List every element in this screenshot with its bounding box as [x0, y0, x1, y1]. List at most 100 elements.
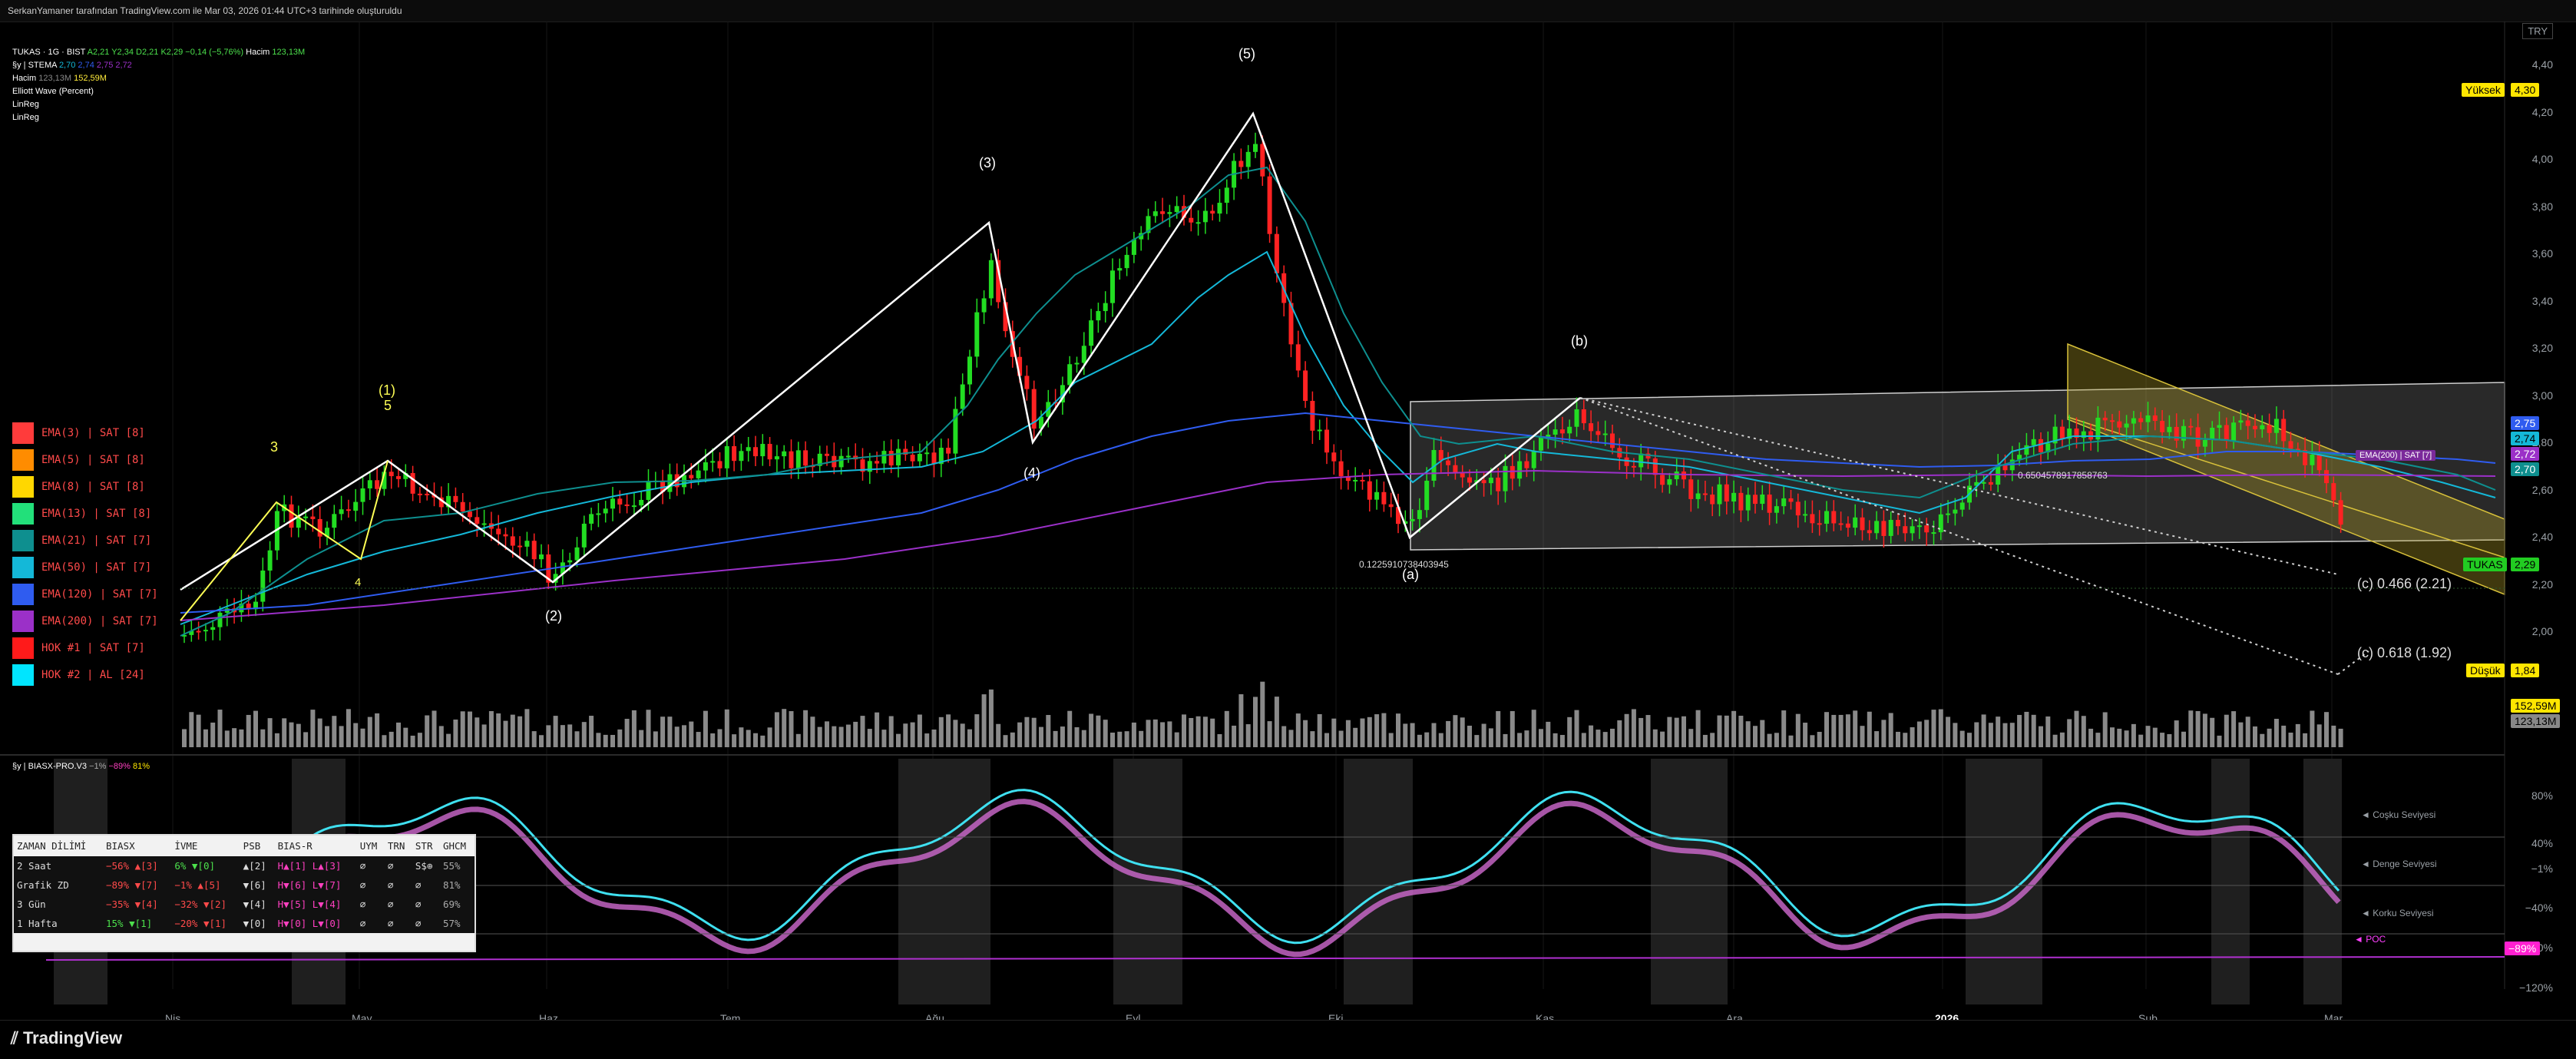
candle-body	[1896, 519, 1900, 527]
linreg-label-2[interactable]: LinReg	[12, 111, 305, 124]
candle-body	[1103, 303, 1108, 312]
candle-body	[1210, 210, 1215, 214]
volume-bar	[2217, 735, 2222, 747]
candle-body	[782, 451, 787, 457]
linreg-label-1[interactable]: LinReg	[12, 98, 305, 111]
volume-bar	[1481, 723, 1486, 747]
ema-item-6[interactable]: EMA(120) | SAT [7]	[12, 584, 158, 605]
ema-item-1[interactable]: EMA(5) | SAT [8]	[12, 449, 145, 471]
volume-bar	[1131, 722, 1136, 747]
low-badge-value: 1,84	[2511, 664, 2540, 677]
candle-body	[2031, 438, 2036, 445]
candle-body	[610, 498, 615, 509]
candle-body	[2316, 455, 2322, 471]
candle-body	[1510, 465, 1515, 479]
candle-body	[210, 627, 216, 630]
volume-bar	[1881, 720, 1887, 747]
candle-body	[1824, 511, 1829, 524]
volume-bar	[1438, 733, 1443, 747]
volume-bar	[488, 710, 494, 747]
table-cell: ⌀	[384, 895, 412, 914]
price-tick: 2,20	[2531, 577, 2553, 591]
candle-body	[296, 518, 301, 528]
ema-badge-4: 2,70	[2511, 462, 2540, 476]
volume-bar	[1081, 730, 1086, 747]
volume-bar	[210, 722, 216, 747]
table-cell: 15% ▼[1]	[102, 914, 172, 933]
ema-item-8[interactable]: HOK #1 | SAT [7]	[12, 637, 145, 659]
ema-item-4[interactable]: EMA(21) | SAT [7]	[12, 530, 151, 551]
volume-bar	[1096, 715, 1101, 747]
volume-bar	[1360, 718, 1365, 747]
table-cell: 3 Gün	[14, 895, 103, 914]
candle-body	[510, 536, 515, 546]
candle-body	[1539, 437, 1543, 451]
ema-item-0[interactable]: EMA(3) | SAT [8]	[12, 422, 145, 444]
ema-item-9[interactable]: HOK #2 | AL [24]	[12, 664, 145, 686]
last-price-badge: 2,29	[2511, 558, 2540, 571]
volume-bar	[1367, 716, 1372, 747]
candle-body	[1424, 480, 1430, 511]
volume-bar	[2095, 733, 2101, 747]
ema-item-7[interactable]: EMA(200) | SAT [7]	[12, 611, 158, 632]
volume-label[interactable]: Hacim	[12, 74, 36, 83]
volume-bar	[1631, 709, 1636, 747]
ema-badge-3: 2,72	[2511, 447, 2540, 461]
volume-bar	[1317, 713, 1322, 747]
tradingview-logo[interactable]: ⫽ TradingView	[11, 1028, 122, 1048]
candle-body	[389, 472, 394, 477]
volume-bar	[1003, 735, 1008, 747]
candle-body	[1888, 519, 1893, 536]
volume-bar	[2124, 730, 2129, 747]
ema-swatch	[12, 611, 34, 632]
candle-body	[1274, 233, 1279, 273]
candle-body	[724, 446, 729, 468]
volume-bar	[2331, 725, 2336, 747]
volume-bar	[1381, 713, 1387, 747]
table-cell: −32% ▼[2]	[171, 895, 240, 914]
candle-body	[518, 545, 523, 548]
candle-body	[795, 450, 801, 468]
candle-body	[1602, 433, 1608, 435]
candle-body	[396, 476, 401, 479]
volume-bar	[1152, 719, 1158, 747]
candle-body	[1710, 495, 1715, 505]
volume-bar	[2195, 710, 2201, 747]
volume-bar	[653, 731, 658, 747]
volume-bar	[438, 726, 444, 747]
ema-item-2[interactable]: EMA(8) | SAT [8]	[12, 476, 145, 498]
candle-body	[789, 451, 794, 468]
symbol-line[interactable]: TUKAS · 1G · BIST	[12, 48, 85, 57]
candle-body	[1152, 211, 1158, 217]
currency-label[interactable]: TRY	[2522, 23, 2553, 39]
level-korku: ◄ Korku Seviyesi	[2361, 908, 2434, 918]
elliott-label[interactable]: Elliott Wave (Percent)	[12, 85, 305, 98]
volume-bar	[1388, 733, 1394, 747]
volume-bar	[403, 727, 408, 747]
table-row: Grafik ZD −89% ▼[7] −1% ▲[5] ▼[6] H▼[6] L▼[7…	[14, 875, 475, 895]
elliott-wave-path	[180, 111, 1581, 591]
candle-body	[760, 444, 766, 457]
ohlc-low: D2,21	[136, 48, 159, 57]
candle-body	[1189, 217, 1194, 223]
ema-item-5[interactable]: EMA(50) | SAT [7]	[12, 557, 151, 578]
oscillator-legend[interactable]: §y | BIASX-PRO.V3 −1% −89% 81%	[12, 760, 150, 773]
table-cell: −35% ▼[4]	[102, 895, 172, 914]
volume-bar	[581, 722, 587, 747]
volume-bar	[267, 718, 273, 747]
candle-body	[1774, 506, 1779, 513]
volume-bar	[896, 733, 901, 747]
candle-body	[1959, 502, 1965, 510]
volume-bar	[2102, 712, 2108, 747]
candle-body	[1660, 475, 1665, 485]
candle-body	[617, 498, 623, 505]
chart-area[interactable]: TUKAS · 1G · BIST A2,21 Y2,34 D2,21 K2,2…	[0, 22, 2576, 1024]
osc-v3: 81%	[132, 762, 150, 771]
volume-bar	[2210, 717, 2215, 747]
volume-bar	[1524, 730, 1529, 747]
high-badge-label: Yüksek	[2462, 83, 2505, 97]
volume-bar	[1202, 716, 1208, 747]
candle-body	[746, 447, 751, 452]
ema-item-3[interactable]: EMA(13) | SAT [8]	[12, 503, 151, 525]
stema-label[interactable]: §y | STEMA	[12, 61, 57, 70]
